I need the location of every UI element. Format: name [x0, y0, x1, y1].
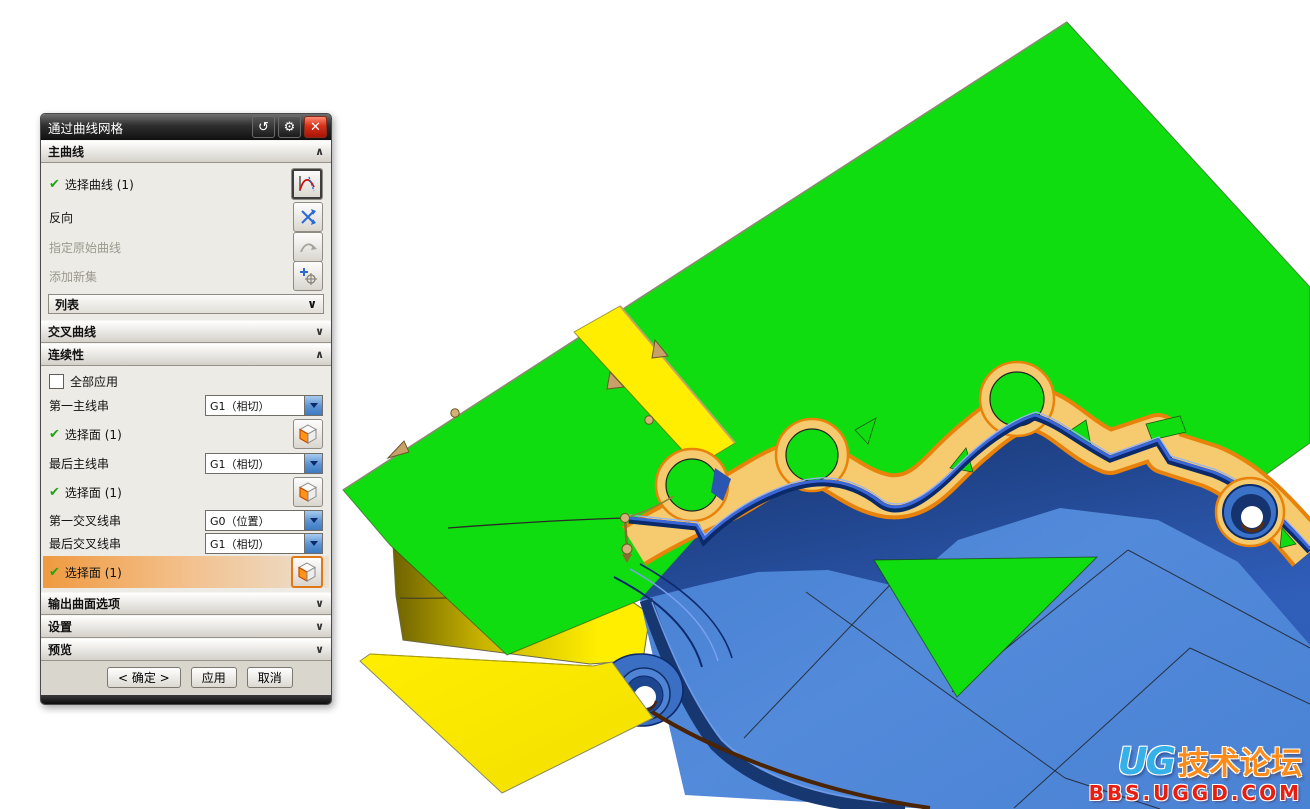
apply-all-checkbox[interactable]	[49, 374, 64, 389]
boss-right-hole	[1241, 506, 1263, 528]
add-new-set-label: 添加新集	[49, 268, 293, 285]
chevron-down-icon[interactable]: ∨	[307, 297, 317, 311]
select-curve-row[interactable]: ✔ 选择曲线 (1)	[41, 166, 331, 202]
section-continuity[interactable]: 连续性 ∧	[41, 343, 331, 366]
yellow-flat-panel[interactable]	[360, 654, 653, 793]
dialog-titlebar[interactable]: 通过曲线网格 ↺ ⚙ ✕	[41, 114, 331, 140]
list-expander[interactable]: 列表 ∨	[48, 294, 324, 314]
chevron-down-icon[interactable]: ∨	[315, 325, 324, 338]
last-cross-value: G1（相切）	[206, 534, 304, 553]
reverse-row[interactable]: 反向	[41, 202, 331, 232]
through-curve-mesh-dialog: 通过曲线网格 ↺ ⚙ ✕ 主曲线 ∧ ✔ 选择曲线 (1)	[40, 113, 332, 705]
first-primary-label: 第一主线串	[49, 397, 205, 414]
first-cross-value: G0（位置）	[206, 511, 304, 530]
first-primary-dropdown[interactable]: G1（相切）	[205, 395, 323, 416]
section-continuity-label: 连续性	[48, 346, 84, 363]
section-output-options-label: 输出曲面选项	[48, 595, 120, 612]
select-face-2-label: 选择面 (1)	[65, 484, 293, 501]
last-primary-dropdown[interactable]: G1（相切）	[205, 453, 323, 474]
last-cross-row: 最后交叉线串 G1（相切）	[41, 532, 331, 555]
select-face-3-label: 选择面 (1)	[65, 564, 291, 581]
select-face-1-label: 选择面 (1)	[65, 426, 293, 443]
section-cross-curve[interactable]: 交叉曲线 ∨	[41, 320, 331, 343]
apply-all-row[interactable]: 全部应用	[41, 369, 331, 393]
face-select-button-1[interactable]	[293, 419, 323, 449]
chevron-up-icon[interactable]: ∧	[315, 348, 324, 361]
reverse-direction-icon	[298, 207, 318, 227]
check-icon: ✔	[49, 565, 60, 580]
dialog-button-row: < 确定 > 应用 取消	[41, 661, 331, 693]
origin-curve-row[interactable]: 指定原始曲线	[41, 232, 331, 262]
chevron-down-icon[interactable]: ∨	[315, 620, 324, 633]
dropdown-arrow-icon[interactable]	[304, 534, 322, 553]
apply-all-label: 全部应用	[70, 373, 323, 390]
face-select-button-2[interactable]	[293, 477, 323, 507]
section-settings[interactable]: 设置 ∨	[41, 615, 331, 638]
origin-curve-label: 指定原始曲线	[49, 239, 293, 256]
reset-icon[interactable]: ↺	[252, 116, 275, 138]
reverse-direction-button[interactable]	[293, 202, 323, 232]
apply-button[interactable]: 应用	[191, 667, 237, 688]
section-primary-curve-label: 主曲线	[48, 143, 84, 160]
origin-curve-button[interactable]	[293, 232, 323, 262]
add-new-set-button[interactable]	[293, 261, 323, 291]
chevron-down-icon[interactable]: ∨	[315, 643, 324, 656]
select-face-3-row-highlighted[interactable]: ✔ 选择面 (1)	[43, 556, 329, 588]
first-cross-label: 第一交叉线串	[49, 512, 205, 529]
list-label: 列表	[55, 296, 79, 313]
section-preview[interactable]: 预览 ∨	[41, 638, 331, 661]
section-output-options[interactable]: 输出曲面选项 ∨	[41, 592, 331, 615]
face-cube-icon	[297, 423, 319, 445]
first-primary-value: G1（相切）	[206, 396, 304, 415]
dropdown-arrow-icon[interactable]	[304, 396, 322, 415]
section-primary-curve[interactable]: 主曲线 ∧	[41, 140, 331, 163]
add-new-set-row[interactable]: 添加新集	[41, 262, 331, 290]
select-curve-label: 选择曲线 (1)	[65, 176, 291, 193]
origin-curve-icon	[298, 237, 318, 257]
first-cross-dropdown[interactable]: G0（位置）	[205, 510, 323, 531]
chevron-up-icon[interactable]: ∧	[315, 145, 324, 158]
gasket-hole-1	[666, 459, 718, 511]
dropdown-arrow-icon[interactable]	[304, 511, 322, 530]
last-cross-label: 最后交叉线串	[49, 535, 205, 552]
gasket-hole-2	[786, 429, 838, 481]
primary-curve-body: ✔ 选择曲线 (1) 反向	[41, 163, 331, 320]
dialog-resize-bar[interactable]	[41, 695, 331, 704]
first-cross-row: 第一交叉线串 G0（位置）	[41, 509, 331, 532]
reverse-label: 反向	[49, 209, 293, 226]
last-cross-dropdown[interactable]: G1（相切）	[205, 533, 323, 554]
check-icon: ✔	[49, 177, 60, 192]
section-settings-label: 设置	[48, 618, 72, 635]
ok-button[interactable]: < 确定 >	[107, 667, 181, 688]
cancel-button[interactable]: 取消	[247, 667, 293, 688]
chevron-down-icon[interactable]: ∨	[315, 597, 324, 610]
check-icon: ✔	[49, 427, 60, 442]
select-face-1-row[interactable]: ✔ 选择面 (1)	[41, 417, 331, 451]
last-primary-row: 最后主线串 G1（相切）	[41, 451, 331, 475]
curve-icon	[296, 173, 318, 195]
face-cube-icon	[296, 561, 318, 583]
continuity-body: 全部应用 第一主线串 G1（相切） ✔ 选择面 (1)	[41, 366, 331, 592]
add-new-set-icon	[298, 266, 318, 286]
last-primary-value: G1（相切）	[206, 454, 304, 473]
boss-right[interactable]	[1216, 478, 1284, 546]
select-face-2-row[interactable]: ✔ 选择面 (1)	[41, 475, 331, 509]
close-icon[interactable]: ✕	[304, 116, 327, 138]
last-primary-label: 最后主线串	[49, 455, 205, 472]
face-cube-icon	[297, 481, 319, 503]
first-primary-row: 第一主线串 G1（相切）	[41, 393, 331, 417]
curve-select-button[interactable]	[291, 168, 323, 200]
section-preview-label: 预览	[48, 641, 72, 658]
dropdown-arrow-icon[interactable]	[304, 454, 322, 473]
gear-icon[interactable]: ⚙	[278, 116, 301, 138]
check-icon: ✔	[49, 485, 60, 500]
dialog-title: 通过曲线网格	[48, 118, 249, 137]
section-cross-curve-label: 交叉曲线	[48, 323, 96, 340]
face-select-button-3[interactable]	[291, 556, 323, 588]
application-window: UG技术论坛 BBS.UGGD.COM 通过曲线网格 ↺ ⚙ ✕ 主曲线 ∧ ✔…	[0, 0, 1310, 809]
